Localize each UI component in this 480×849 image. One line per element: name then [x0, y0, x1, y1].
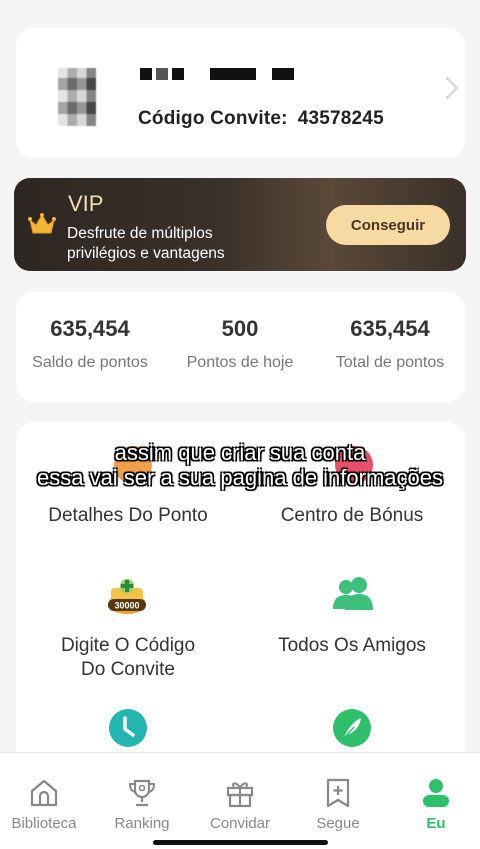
username-redacted [140, 68, 294, 80]
bottom-tab-bar: Biblioteca Ranking Convidar Segue Eu [0, 752, 480, 849]
menu-points-detail[interactable]: Detalhes Do Ponto [16, 504, 240, 528]
coin-chest-badge: 30000 [114, 601, 139, 611]
menu-bonus-center[interactable]: Centro de Bónus [240, 504, 464, 528]
trophy-icon [128, 779, 156, 807]
tab-biblioteca[interactable]: Biblioteca [0, 777, 92, 832]
tab-segue[interactable]: Segue [290, 777, 386, 832]
invite-label: Código Convite: [138, 108, 288, 129]
stat-today[interactable]: 500 Pontos de hoje [172, 316, 308, 372]
feather-icon[interactable] [332, 708, 372, 748]
vip-banner[interactable]: VIP Desfrute de múltiplos privilégios e … [14, 178, 466, 271]
tab-label: Eu [426, 815, 446, 832]
tab-convidar[interactable]: Convidar [192, 777, 288, 832]
video-subtitle: assim que criar sua conta essa vai ser a… [0, 440, 480, 490]
chevron-right-icon[interactable] [435, 76, 459, 100]
home-indicator [153, 840, 328, 845]
subtitle-line2: essa vai ser a sua pagina de informações [36, 465, 443, 490]
crown-icon [28, 213, 56, 234]
avatar [58, 68, 96, 126]
invite-code: Código Convite: 43578245 [138, 108, 384, 130]
stat-balance[interactable]: 635,454 Saldo de pontos [22, 316, 158, 372]
stat-label: Total de pontos [335, 354, 445, 371]
tab-label: Ranking [114, 815, 170, 832]
menu-enter-invite-line2: Do Convite [81, 659, 175, 680]
tab-label: Segue [316, 815, 360, 832]
get-vip-button[interactable]: Conseguir [326, 205, 450, 245]
home-icon [30, 779, 58, 807]
subtitle-line1: assim que criar sua conta [114, 440, 366, 465]
tab-label: Convidar [209, 815, 271, 832]
invite-code-value: 43578245 [297, 108, 384, 129]
points-stats-card: 635,454 Saldo de pontos 500 Pontos de ho… [16, 292, 465, 402]
stat-label: Pontos de hoje [186, 354, 294, 371]
stat-total[interactable]: 635,454 Total de pontos [322, 316, 458, 372]
vip-desc-line2: privilégios e vantagens [67, 245, 225, 262]
vip-title: VIP [68, 191, 104, 216]
stat-label: Saldo de pontos [32, 354, 148, 371]
vip-desc-line1: Desfrute de múltiplos [67, 225, 213, 242]
bookmark-plus-icon [326, 778, 350, 808]
menu-enter-invite-line1: Digite O Código [60, 635, 196, 656]
clock-icon[interactable] [108, 708, 148, 748]
user-icon [423, 779, 449, 807]
tab-eu[interactable]: Eu [388, 777, 480, 832]
menu-all-friends[interactable]: Todos Os Amigos [240, 634, 464, 658]
gift-icon [226, 782, 254, 808]
stat-value: 635,454 [350, 316, 430, 341]
friends-icon [333, 577, 373, 610]
coin-chest-icon: 30000 [108, 579, 146, 614]
menu-enter-invite-code[interactable]: Digite O Código Do Convite [16, 634, 240, 682]
vip-description: Desfrute de múltiplos privilégios e vant… [67, 224, 297, 264]
profile-card[interactable]: Código Convite: 43578245 [16, 28, 465, 158]
stat-value: 500 [221, 316, 259, 341]
tab-ranking[interactable]: Ranking [94, 777, 190, 832]
tab-label: Biblioteca [11, 815, 77, 832]
stat-value: 635,454 [50, 316, 130, 341]
